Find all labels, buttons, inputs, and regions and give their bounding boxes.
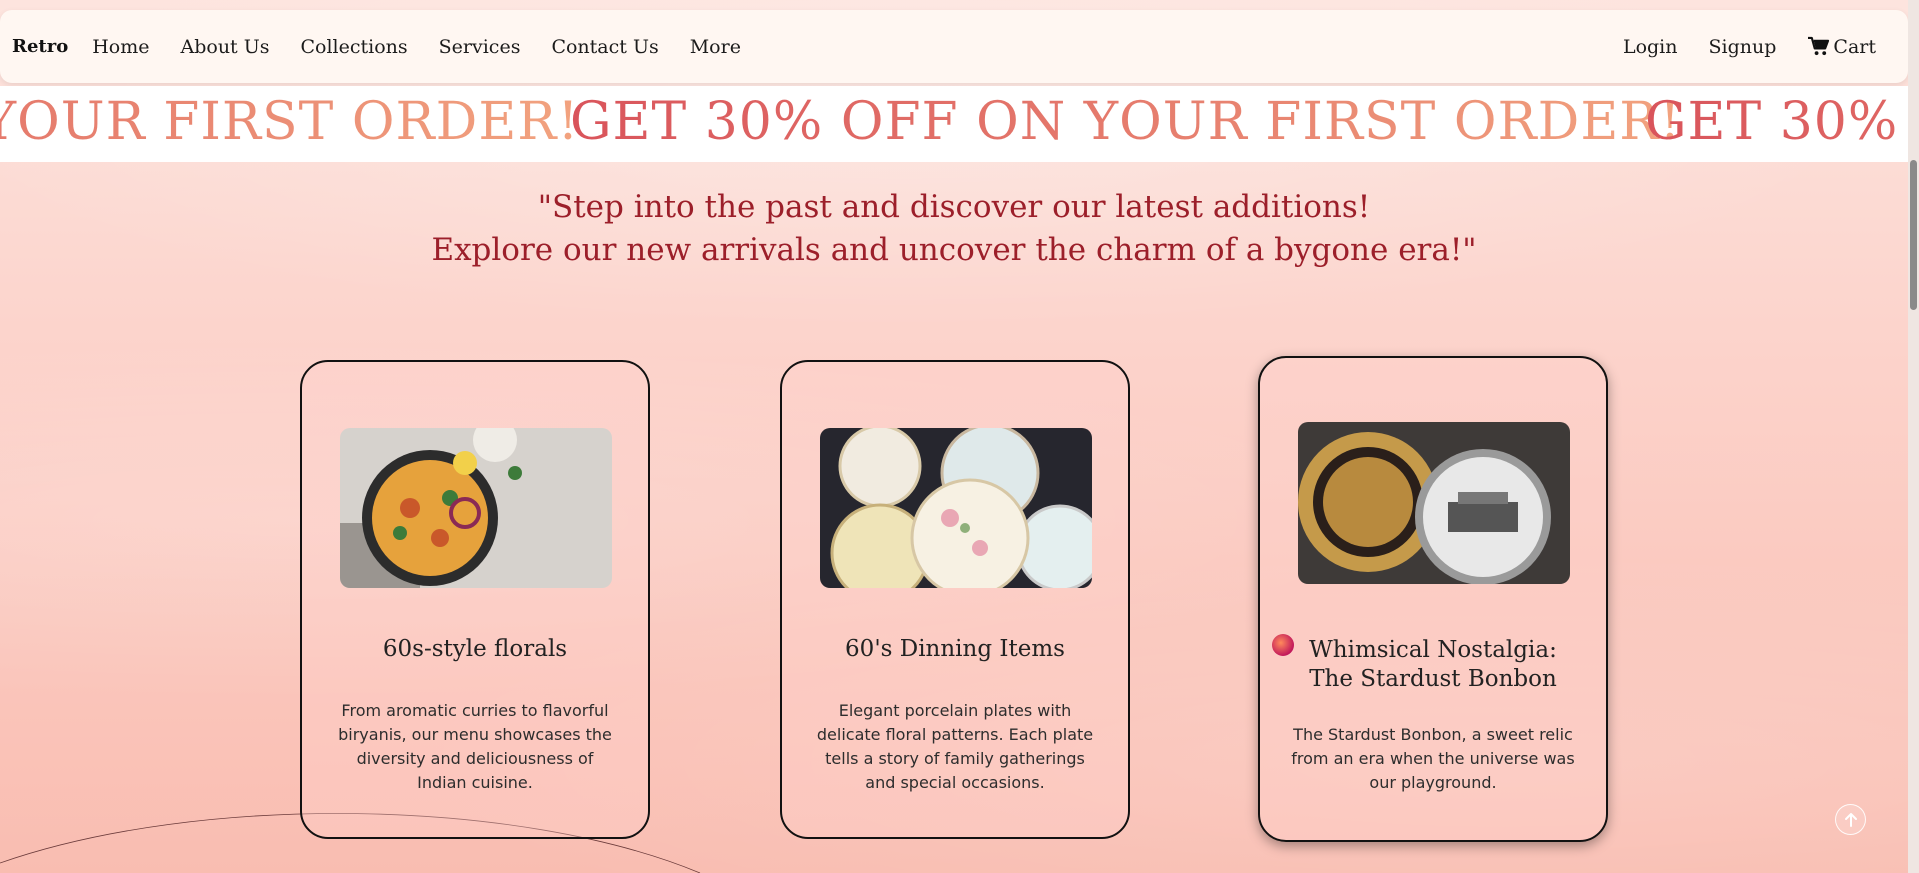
nav-link-contact-us[interactable]: Contact Us	[551, 36, 658, 58]
promo-marquee: GET 30% OFF ON YOUR FIRST ORDER! GET 30%…	[0, 86, 1908, 162]
card-description: From aromatic curries to flavorful birya…	[338, 701, 612, 792]
card-title: 60's Dinning Items	[845, 636, 1065, 662]
card-title: Whimsical Nostalgia: The Stardust Bonbon	[1260, 636, 1606, 694]
login-link[interactable]: Login	[1623, 36, 1678, 58]
section-headline: "Step into the past and discover our lat…	[0, 186, 1908, 272]
nav-link-services[interactable]: Services	[439, 36, 521, 58]
nav-link-more[interactable]: More	[690, 36, 741, 58]
marquee-text: GET 30% OFF ON YOUR FIRST ORDER!	[570, 92, 1682, 152]
cart-label: Cart	[1833, 35, 1876, 58]
page-scrollbar[interactable]	[1908, 0, 1919, 873]
card-description: Elegant porcelain plates with delicate f…	[816, 701, 1094, 792]
back-to-top-button[interactable]	[1835, 804, 1866, 835]
card-description: The Stardust Bonbon, a sweet relic from …	[1291, 725, 1575, 792]
card-title-line-1: Whimsical Nostalgia:	[1309, 637, 1557, 663]
brand-logo[interactable]: Retro	[12, 36, 68, 57]
nav-link-collections[interactable]: Collections	[301, 36, 408, 58]
nav-links: Home About Us Collections Services Conta…	[92, 36, 741, 58]
navbar: Retro Home About Us Collections Services…	[0, 10, 1908, 83]
cart-icon	[1808, 36, 1830, 56]
scrollbar-thumb[interactable]	[1910, 160, 1917, 310]
marquee-text: GET 30% OFF ON YOUR FIRST ORDER!	[0, 92, 579, 152]
arrow-up-icon	[1844, 812, 1857, 827]
cart-link[interactable]: Cart	[1807, 36, 1876, 58]
biryani-pan-image	[340, 428, 612, 588]
nav-link-home[interactable]: Home	[92, 36, 149, 58]
signup-link[interactable]: Signup	[1709, 36, 1777, 58]
card-title: 60s-style florals	[382, 636, 568, 662]
product-card[interactable]: Whimsical Nostalgia: The Stardust Bonbon…	[1258, 356, 1608, 842]
product-card[interactable]: 60s-style florals From aromatic curries …	[300, 360, 650, 839]
headline-line-2: Explore our new arrivals and uncover the…	[431, 232, 1477, 268]
nav-link-about-us[interactable]: About Us	[181, 36, 270, 58]
card-title-line-2: The Stardust Bonbon	[1309, 666, 1557, 692]
product-card[interactable]: 60's Dinning Items Elegant porcelain pla…	[780, 360, 1130, 839]
marquee-text: GET 30% OFF ON YOUR FIRST ORDER!	[1645, 92, 1908, 152]
vintage-tins-image	[1298, 422, 1570, 584]
vintage-plates-image	[820, 428, 1092, 588]
nav-right: Login Signup Cart	[1623, 36, 1896, 58]
headline-line-1: "Step into the past and discover our lat…	[537, 189, 1371, 225]
